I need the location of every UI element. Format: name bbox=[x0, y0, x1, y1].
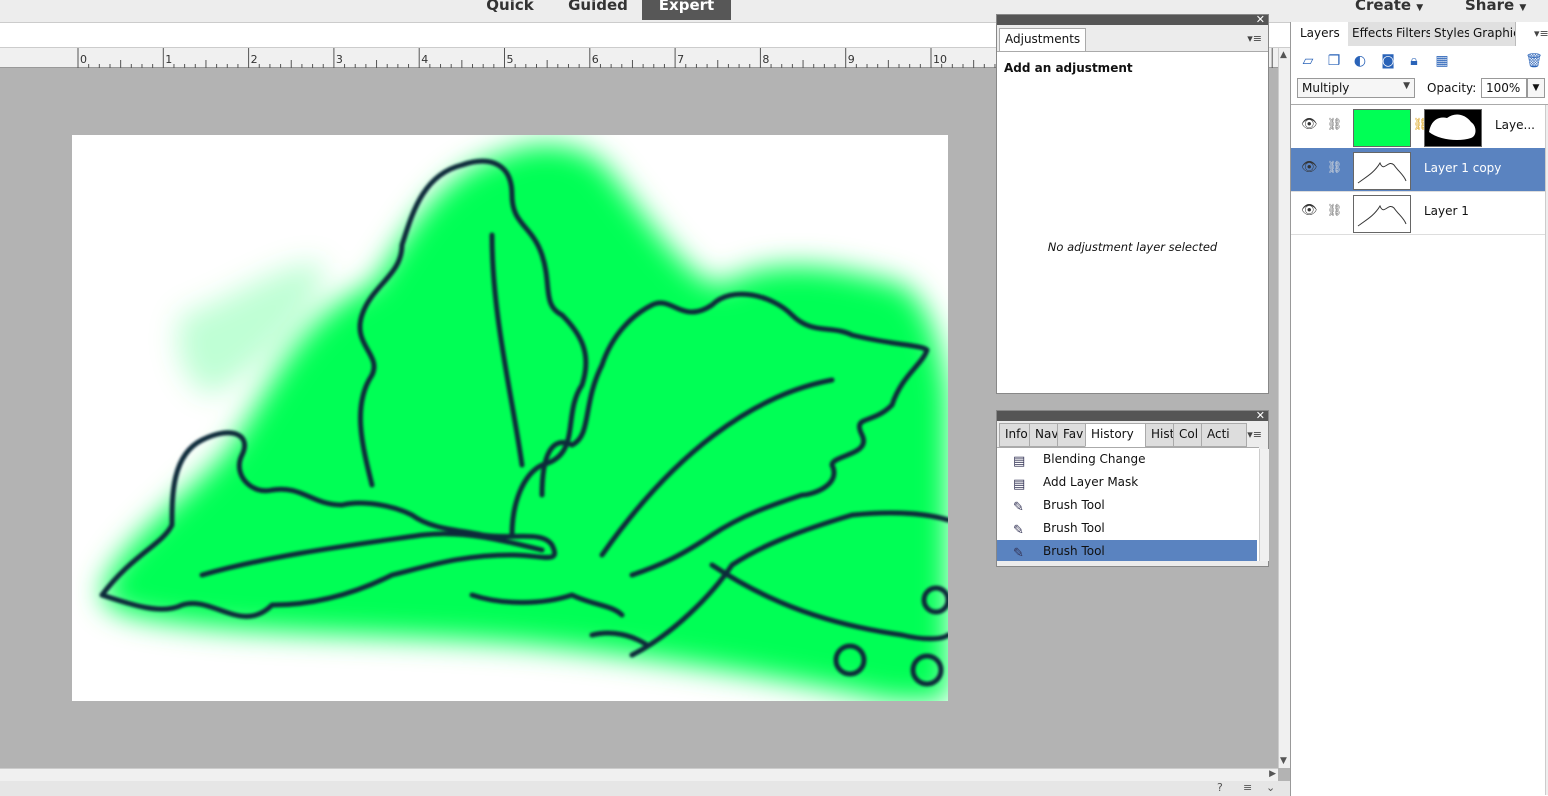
lock-icon[interactable]: 🔒︎ bbox=[1405, 52, 1423, 70]
layer-row[interactable]: 👁︎ ⛓︎ Layer 1 bbox=[1291, 191, 1545, 235]
history-item-label: Brush Tool bbox=[1043, 544, 1105, 558]
tab-graphics[interactable]: Graphics bbox=[1469, 22, 1516, 46]
history-item-label: Brush Tool bbox=[1043, 521, 1105, 535]
close-icon[interactable]: ✕ bbox=[1256, 409, 1265, 422]
scroll-up-icon[interactable]: ▲ bbox=[1280, 50, 1287, 60]
ruler-label: 1 bbox=[165, 53, 172, 66]
blend-mode-value: Multiply bbox=[1302, 81, 1350, 95]
layer-name: Laye... bbox=[1495, 118, 1535, 132]
brush-icon: ✎ bbox=[1013, 523, 1024, 538]
panel-menu-icon[interactable]: ▾≡ bbox=[1247, 32, 1262, 45]
share-label: Share bbox=[1465, 0, 1515, 14]
share-button[interactable]: Share ▼ bbox=[1465, 0, 1545, 20]
mode-bar: Quick Guided Expert Create ▼ Share ▼ bbox=[0, 0, 1548, 22]
create-button[interactable]: Create ▼ bbox=[1355, 0, 1427, 20]
history-item[interactable]: ✎ Brush Tool bbox=[997, 517, 1257, 539]
layer-row[interactable]: 👁︎ ⛓︎ ⛓︎ Laye... bbox=[1291, 105, 1545, 149]
create-label: Create bbox=[1355, 0, 1412, 14]
blend-mode-select[interactable]: Multiply ▼ bbox=[1297, 78, 1415, 98]
link-icon[interactable]: ⛓︎ bbox=[1327, 160, 1342, 174]
new-group-icon[interactable]: ❐ bbox=[1325, 52, 1343, 70]
trash-icon[interactable]: 🗑︎ bbox=[1525, 52, 1543, 70]
scroll-down-icon[interactable]: ▼ bbox=[1280, 756, 1287, 766]
empty-message: No adjustment layer selected bbox=[1047, 240, 1218, 254]
layer-thumbnail bbox=[1353, 109, 1411, 147]
history-item-label: Blending Change bbox=[1043, 452, 1146, 466]
vertical-scrollbar[interactable]: ▲ ▼ bbox=[1278, 48, 1290, 768]
brush-icon: ✎ bbox=[1013, 546, 1024, 561]
new-layer-icon[interactable]: ▱ bbox=[1299, 52, 1317, 70]
artwork-image bbox=[99, 144, 948, 701]
share-chevron-icon: ▼ bbox=[1519, 3, 1527, 13]
create-chevron-icon: ▼ bbox=[1416, 3, 1424, 13]
ruler-label: 3 bbox=[336, 53, 343, 66]
ruler-label: 2 bbox=[251, 53, 258, 66]
leaf-thumb bbox=[1357, 204, 1407, 227]
document-icon: ▤ bbox=[1013, 454, 1026, 469]
panel-title-bar[interactable]: ✕ bbox=[997, 13, 1268, 26]
eye-icon[interactable]: 👁︎ bbox=[1301, 203, 1318, 218]
tab-layers[interactable]: Layers bbox=[1296, 22, 1355, 46]
brush-icon: ✎ bbox=[1013, 500, 1024, 515]
tab-adjustments[interactable]: Adjustments bbox=[999, 28, 1087, 52]
ruler-label: 9 bbox=[848, 53, 855, 66]
history-item-label: Brush Tool bbox=[1043, 498, 1105, 512]
layers-panel: Layers Effects Filters Styles Graphics ▾… bbox=[1290, 22, 1548, 796]
history-item[interactable]: ▤ Add Layer Mask bbox=[997, 471, 1257, 493]
lock-transparency-icon[interactable]: ▦ bbox=[1433, 52, 1451, 70]
document-canvas[interactable] bbox=[72, 135, 948, 701]
ruler-label: 7 bbox=[677, 53, 684, 66]
tab-actions[interactable]: Acti bbox=[1201, 423, 1247, 447]
close-icon[interactable]: ✕ bbox=[1256, 13, 1265, 26]
ruler-label: 8 bbox=[762, 53, 769, 66]
adjustments-heading: Add an adjustment bbox=[1004, 61, 1133, 75]
adjustments-panel: ✕ Adjustments ▾≡ Add an adjustment No ad… bbox=[996, 13, 1269, 394]
layer-name: Layer 1 bbox=[1424, 204, 1469, 218]
layer-thumbnail bbox=[1353, 152, 1411, 190]
mode-guided-button[interactable]: Guided bbox=[560, 0, 636, 20]
history-item-label: Add Layer Mask bbox=[1043, 475, 1139, 489]
link-icon[interactable]: ⛓︎ bbox=[1327, 117, 1342, 131]
layer-mask-icon[interactable]: ◙ bbox=[1379, 52, 1397, 70]
help-icon[interactable]: ? bbox=[1217, 781, 1223, 794]
history-item-selected[interactable]: ✎ Brush Tool bbox=[997, 540, 1257, 561]
opacity-label: Opacity: bbox=[1427, 81, 1477, 95]
link-icon[interactable]: ⛓︎ bbox=[1327, 203, 1342, 217]
tab-history[interactable]: History bbox=[1085, 423, 1153, 447]
ruler-label: 4 bbox=[421, 53, 428, 66]
layer-row-selected[interactable]: 👁︎ ⛓︎ Layer 1 copy bbox=[1291, 148, 1545, 192]
scroll-right-icon[interactable]: ▶ bbox=[1269, 769, 1276, 779]
history-panel: ✕ Info Nav Fav History Hist Col Acti ▾≡ … bbox=[996, 409, 1269, 567]
eye-icon[interactable]: 👁︎ bbox=[1301, 160, 1318, 175]
history-list: ▤ Blending Change ▤ Add Layer Mask ✎ Bru… bbox=[997, 447, 1259, 561]
layer-mask-thumbnail[interactable] bbox=[1424, 109, 1482, 147]
leaf-thumb bbox=[1357, 161, 1407, 184]
ruler-label: 10 bbox=[933, 53, 947, 66]
history-scrollbar[interactable] bbox=[1259, 449, 1269, 561]
panel-menu-icon[interactable]: ▾≡ bbox=[1247, 428, 1262, 441]
opacity-value: 100% bbox=[1486, 81, 1521, 95]
layer-name: Layer 1 copy bbox=[1424, 161, 1502, 175]
opacity-input[interactable]: 100% bbox=[1481, 78, 1527, 98]
panel-title-bar[interactable]: ✕ bbox=[997, 409, 1268, 422]
panel-menu-icon[interactable]: ▾≡ bbox=[1534, 27, 1548, 40]
adjustments-body: Add an adjustment No adjustment layer se… bbox=[997, 51, 1268, 393]
chevron-down-icon: ▼ bbox=[1403, 81, 1410, 91]
mask-shape bbox=[1429, 114, 1476, 140]
opacity-dropdown-icon[interactable]: ▼ bbox=[1527, 78, 1545, 98]
eye-icon[interactable]: 👁︎ bbox=[1301, 117, 1318, 132]
document-icon: ▤ bbox=[1013, 477, 1026, 492]
panel-menu-icon[interactable]: ≡ bbox=[1243, 781, 1252, 794]
history-item[interactable]: ✎ Brush Tool bbox=[997, 494, 1257, 516]
history-item[interactable]: ▤ Blending Change bbox=[997, 448, 1257, 470]
collapse-icon[interactable]: ⌄ bbox=[1266, 781, 1275, 794]
horizontal-scrollbar[interactable]: ▶ bbox=[0, 768, 1278, 781]
ruler-label: 0 bbox=[80, 53, 87, 66]
ruler-label: 6 bbox=[592, 53, 599, 66]
adjustment-layer-icon[interactable]: ◐ bbox=[1351, 52, 1369, 70]
layer-thumbnail bbox=[1353, 195, 1411, 233]
ruler-label: 5 bbox=[507, 53, 514, 66]
mode-quick-button[interactable]: Quick bbox=[475, 0, 545, 20]
mode-expert-button[interactable]: Expert bbox=[642, 0, 731, 20]
